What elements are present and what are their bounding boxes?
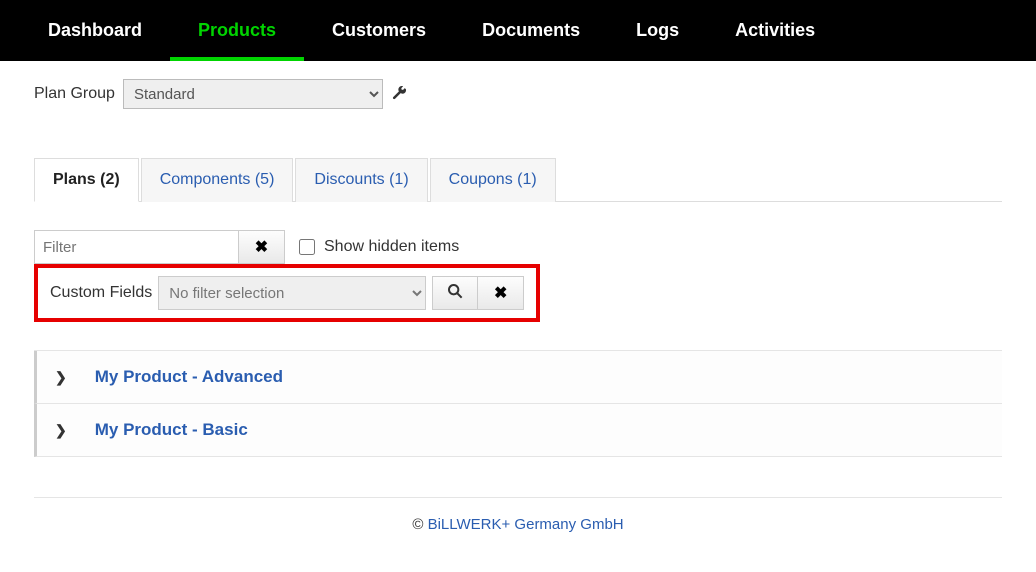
- footer-link[interactable]: BiLLWERK+ Germany GmbH: [428, 516, 624, 533]
- content: Plan Group Standard Plans (2) Components…: [0, 61, 1036, 557]
- show-hidden-checkbox[interactable]: [299, 239, 315, 255]
- filter-input[interactable]: [34, 230, 239, 264]
- custom-fields-select[interactable]: No filter selection: [158, 276, 426, 310]
- custom-fields-label: Custom Fields: [50, 284, 152, 302]
- tab-plans[interactable]: Plans (2): [34, 158, 139, 202]
- nav-customers[interactable]: Customers: [304, 0, 454, 61]
- footer: © BiLLWERK+ Germany GmbH: [34, 497, 1002, 557]
- wrench-icon[interactable]: [391, 84, 409, 105]
- show-hidden-label: Show hidden items: [324, 238, 459, 256]
- nav-activities[interactable]: Activities: [707, 0, 843, 61]
- tab-discounts[interactable]: Discounts (1): [295, 158, 427, 202]
- plan-title[interactable]: My Product - Basic: [95, 420, 248, 440]
- close-icon: ✖: [494, 283, 507, 303]
- search-icon: [447, 283, 463, 304]
- chevron-right-icon[interactable]: ❯: [55, 369, 67, 386]
- tab-label: Plans (2): [53, 171, 120, 188]
- tab-label: Components (5): [160, 171, 275, 188]
- nav-logs[interactable]: Logs: [608, 0, 707, 61]
- subtabs: Plans (2) Components (5) Discounts (1) C…: [34, 157, 1002, 202]
- nav-label: Products: [198, 20, 276, 41]
- plan-list: ❯ My Product - Advanced ❯ My Product - B…: [34, 350, 1002, 457]
- filter-row: ✖ Show hidden items: [34, 230, 1002, 264]
- plan-group-row: Plan Group Standard: [34, 79, 1002, 109]
- chevron-right-icon[interactable]: ❯: [55, 422, 67, 439]
- nav-label: Logs: [636, 20, 679, 41]
- tab-coupons[interactable]: Coupons (1): [430, 158, 556, 202]
- tab-components[interactable]: Components (5): [141, 158, 294, 202]
- nav-label: Documents: [482, 20, 580, 41]
- show-hidden-wrap[interactable]: Show hidden items: [295, 236, 459, 258]
- list-item[interactable]: ❯ My Product - Basic: [34, 404, 1002, 457]
- close-icon: ✖: [255, 237, 268, 257]
- nav-label: Dashboard: [48, 20, 142, 41]
- clear-filter-button[interactable]: ✖: [239, 230, 285, 264]
- tab-label: Coupons (1): [449, 171, 537, 188]
- custom-fields-buttons: ✖: [432, 276, 524, 310]
- plan-title[interactable]: My Product - Advanced: [95, 367, 283, 387]
- custom-fields-search-button[interactable]: [432, 276, 478, 310]
- list-item[interactable]: ❯ My Product - Advanced: [34, 351, 1002, 404]
- nav-label: Activities: [735, 20, 815, 41]
- copyright-symbol: ©: [412, 516, 423, 533]
- plan-group-select[interactable]: Standard: [123, 79, 383, 109]
- nav-dashboard[interactable]: Dashboard: [20, 0, 170, 61]
- top-nav: Dashboard Products Customers Documents L…: [0, 0, 1036, 61]
- custom-fields-highlight: Custom Fields No filter selection ✖: [34, 264, 540, 322]
- nav-products[interactable]: Products: [170, 0, 304, 61]
- tab-label: Discounts (1): [314, 171, 408, 188]
- nav-label: Customers: [332, 20, 426, 41]
- plan-group-label: Plan Group: [34, 85, 115, 103]
- nav-documents[interactable]: Documents: [454, 0, 608, 61]
- custom-fields-clear-button[interactable]: ✖: [478, 276, 524, 310]
